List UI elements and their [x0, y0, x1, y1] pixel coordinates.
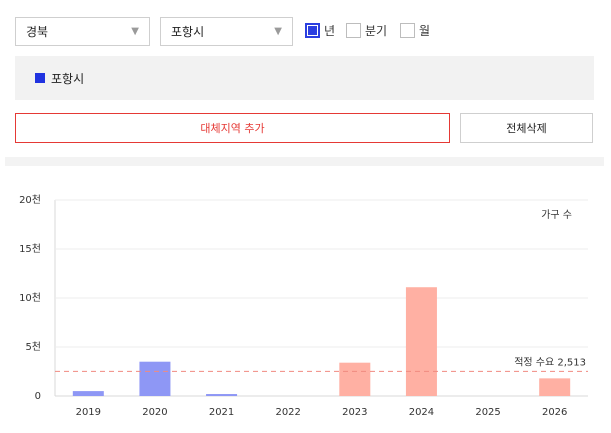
period-year-label: 년	[324, 24, 336, 38]
y-tick-label: 15천	[19, 243, 41, 255]
x-tick-label: 2023	[342, 407, 367, 418]
region-select-value: 경북	[26, 25, 49, 39]
section-divider	[5, 157, 604, 166]
period-month-label: 월	[419, 24, 431, 38]
city-select-value: 포항시	[171, 25, 205, 39]
x-tick-label: 2021	[209, 407, 234, 418]
period-quarter-checkbox[interactable]: 분기	[346, 22, 387, 39]
bar-2019	[72, 391, 104, 396]
bar-2024	[405, 287, 437, 396]
y-tick-label: 20천	[19, 194, 41, 206]
period-month-checkbox[interactable]: 월	[400, 22, 430, 39]
period-year-checkbox[interactable]: 년	[305, 22, 335, 39]
x-tick-label: 2022	[275, 407, 300, 418]
selected-area-panel: 포항시	[15, 56, 594, 100]
x-tick-label: 2020	[142, 407, 167, 418]
x-tick-label: 2019	[76, 407, 101, 418]
chevron-down-icon: ▼	[274, 26, 282, 37]
chevron-down-icon: ▼	[131, 26, 139, 37]
x-tick-label: 2025	[475, 407, 500, 418]
period-quarter-label: 분기	[365, 24, 388, 38]
checkbox-checked-icon[interactable]	[305, 23, 320, 38]
bar-2021	[206, 394, 238, 396]
reference-line-label: 적정 수요 2,513	[514, 356, 586, 368]
series-color-swatch	[35, 73, 45, 83]
x-tick-label: 2024	[409, 407, 434, 418]
x-tick-label: 2026	[542, 407, 567, 418]
y-tick-label: 0	[35, 391, 41, 402]
clear-all-button[interactable]: 전체삭제	[460, 113, 593, 143]
region-select[interactable]: 경북 ▼	[15, 17, 150, 46]
bar-2023	[339, 362, 371, 396]
checkbox-icon[interactable]	[346, 23, 361, 38]
household-bar-chart: 0 5천 10천 15천 20천 2019 2020 2021 2022 2023 2024 2025…	[19, 194, 588, 418]
bar-2026	[539, 378, 571, 396]
checkbox-icon[interactable]	[400, 23, 415, 38]
series-label: 가구 수	[541, 209, 572, 221]
selected-area-label: 포항시	[51, 71, 85, 86]
add-alternative-region-button[interactable]: 대체지역 추가	[15, 113, 450, 143]
y-tick-label: 10천	[19, 292, 41, 304]
y-tick-label: 5천	[25, 341, 41, 353]
city-select[interactable]: 포항시 ▼	[160, 17, 293, 46]
bar-2020	[139, 361, 171, 396]
